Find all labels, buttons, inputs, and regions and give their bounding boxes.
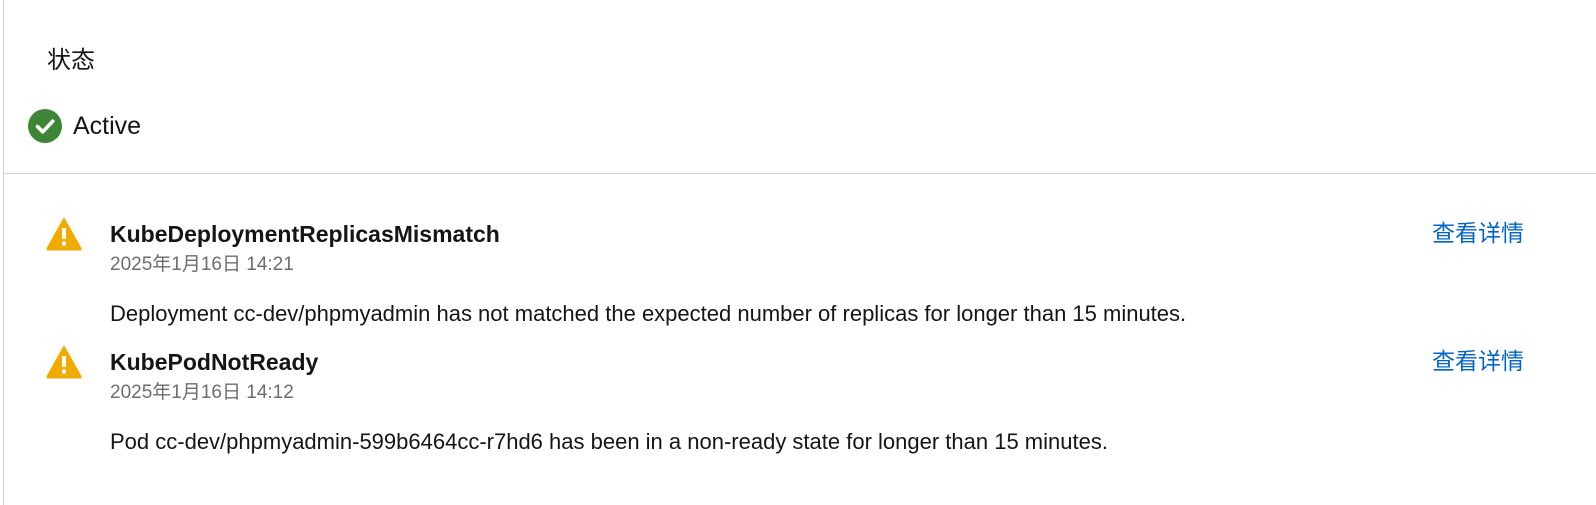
status-card: 状态 Active KubeDeploymentReplicasMismatch… [3,0,1596,505]
status-row: Active [28,108,141,144]
alert-timestamp: 2025年1月16日 14:12 [110,382,294,403]
view-details-link[interactable]: 查看详情 [1432,219,1524,249]
status-section: 状态 Active [4,0,1596,174]
status-value: Active [73,112,142,140]
status-heading: 状态 [47,46,95,74]
check-circle-icon [28,109,62,143]
alert-title: KubeDeploymentReplicasMismatch [110,221,500,247]
alert-title: KubePodNotReady [110,349,319,375]
alert-timestamp: 2025年1月16日 14:21 [110,254,294,275]
alert-item: KubePodNotReady 2025年1月16日 14:12 Pod cc-… [4,345,1596,465]
view-details-link[interactable]: 查看详情 [1432,347,1524,377]
alert-description: Deployment cc-dev/phpmyadmin has not mat… [110,301,1187,326]
warning-triangle-icon [46,345,82,379]
warning-triangle-icon [46,217,82,251]
alert-description: Pod cc-dev/phpmyadmin-599b6464cc-r7hd6 h… [110,429,1108,454]
alert-item: KubeDeploymentReplicasMismatch 2025年1月16… [4,217,1596,337]
